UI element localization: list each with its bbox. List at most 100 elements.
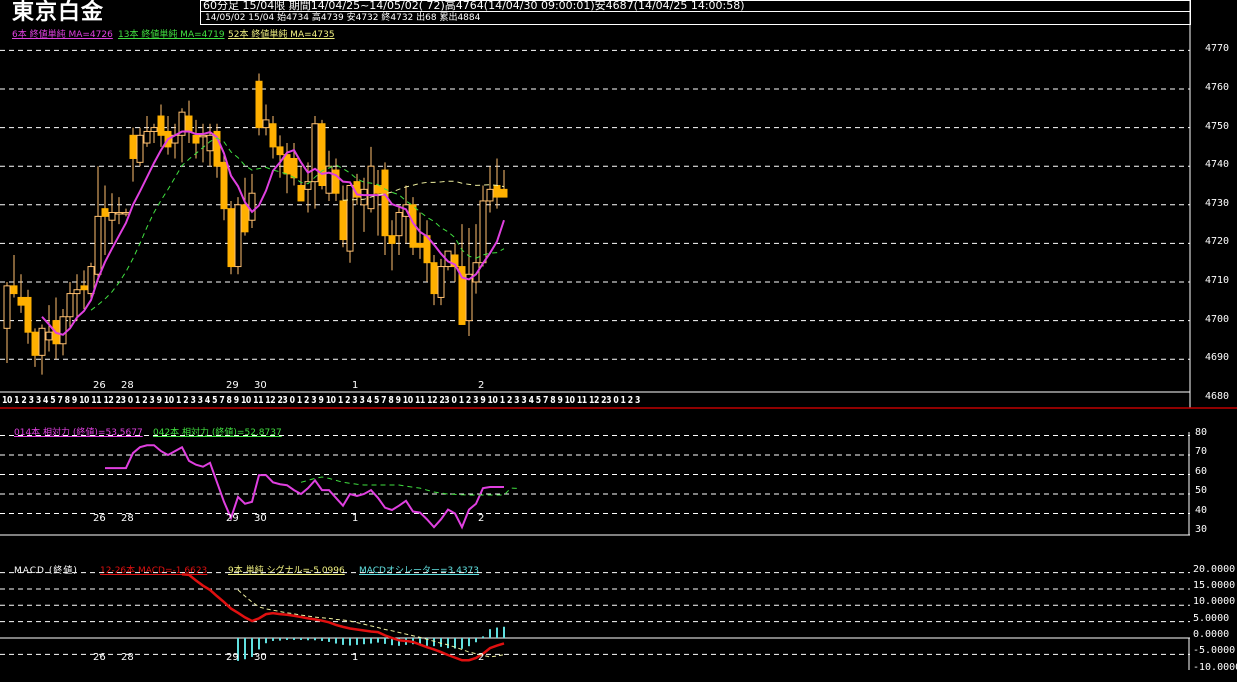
macd-tick-label: 0.0000	[1193, 629, 1230, 640]
macd-tick-label: 10.0000	[1193, 596, 1236, 608]
rsi-tick-label: 70	[1195, 446, 1208, 457]
candle-up	[437, 266, 445, 298]
candle-down	[157, 115, 165, 136]
day-label: 28	[121, 380, 134, 391]
macd-tick-label: 15.0000	[1193, 579, 1236, 591]
candle-down	[318, 123, 326, 186]
day-label: 30	[254, 513, 267, 524]
candle-up	[234, 204, 242, 268]
rsi-tick-label: 80	[1195, 426, 1208, 438]
price-tick-label: 4720	[1205, 236, 1230, 248]
candle-down	[24, 296, 32, 333]
chart-canvas	[0, 0, 1237, 670]
price-tick-label: 4710	[1205, 275, 1230, 286]
candle-down	[31, 331, 39, 356]
candle-down	[339, 200, 347, 241]
price-tick-label: 4690	[1205, 352, 1230, 364]
candle-up	[115, 212, 123, 215]
candle-up	[38, 327, 46, 356]
day-label: 29	[226, 652, 239, 663]
candle-up	[346, 185, 354, 252]
candle-up	[136, 134, 144, 163]
rsi-tick-label: 50	[1195, 485, 1208, 496]
day-label: 29	[226, 380, 239, 391]
price-tick-label: 4740	[1205, 159, 1230, 171]
candle-down	[283, 154, 291, 175]
candle-up	[262, 119, 270, 129]
day-label: 29	[226, 513, 239, 524]
day-label: 2	[478, 380, 485, 391]
price-tick-label: 4760	[1205, 82, 1230, 93]
price-tick-label: 4750	[1205, 120, 1230, 132]
day-label: 28	[121, 513, 134, 524]
candle-up	[248, 192, 256, 221]
candle-up	[304, 181, 312, 190]
candle-up	[143, 130, 151, 144]
candle-up	[73, 289, 81, 295]
day-label: 26	[93, 652, 106, 663]
candle-down	[220, 161, 228, 210]
candle-down	[416, 242, 424, 248]
candle-down	[388, 235, 396, 244]
candle-up	[45, 331, 53, 341]
candle-up	[486, 188, 494, 202]
candle-down	[185, 115, 193, 132]
candle-down	[241, 204, 249, 233]
candle-up	[122, 212, 130, 215]
candle-up	[150, 127, 158, 132]
candle-down	[269, 123, 277, 148]
rsi-tick-label: 40	[1195, 504, 1208, 516]
candle-up	[206, 134, 214, 152]
signal-line	[237, 589, 505, 658]
day-label: 2	[478, 513, 485, 524]
day-label: 26	[93, 513, 106, 524]
candle-down	[10, 285, 18, 295]
candle-down	[374, 185, 382, 194]
candle-up	[395, 212, 403, 237]
candle-down	[129, 134, 137, 159]
candle-up	[59, 316, 67, 345]
price-tick-label: 4700	[1205, 313, 1230, 325]
day-label: 28	[121, 652, 134, 663]
candle-down	[297, 185, 305, 202]
candle-down	[255, 80, 263, 129]
price-tick-label: 4680	[1205, 390, 1230, 402]
ma6-line	[41, 130, 505, 336]
price-tick-label: 4730	[1205, 197, 1230, 209]
candle-down	[276, 146, 284, 156]
candle-down	[381, 169, 389, 237]
rsi42-line	[300, 476, 519, 496]
candle-up	[87, 266, 95, 295]
rsi-tick-label: 30	[1195, 524, 1208, 535]
macd-tick-label: 20.0000	[1193, 563, 1236, 575]
candle-down	[17, 296, 25, 306]
day-label: 1	[352, 513, 359, 524]
candle-up	[199, 134, 207, 138]
day-label: 30	[254, 652, 267, 663]
candle-down	[500, 188, 508, 198]
candle-down	[192, 134, 200, 144]
candle-down	[430, 262, 438, 295]
macd-tick-label: -5.0000	[1193, 645, 1236, 657]
candle-down	[80, 285, 88, 291]
candle-up	[94, 215, 102, 275]
candle-down	[101, 208, 109, 217]
candle-up	[479, 200, 487, 264]
day-label: 2	[478, 652, 485, 663]
day-label: 26	[93, 380, 106, 391]
day-label: 1	[352, 652, 359, 663]
candle-up	[3, 285, 11, 329]
candle-down	[290, 157, 298, 179]
candle-up	[311, 123, 319, 183]
candle-up	[360, 188, 368, 206]
candle-up	[465, 273, 473, 322]
price-tick-label: 4770	[1205, 43, 1230, 55]
candle-up	[367, 165, 375, 210]
candle-down	[227, 208, 235, 268]
rsi14-line	[105, 444, 505, 530]
macd-tick-label: -10.0000	[1193, 661, 1237, 673]
candle-down	[493, 185, 501, 198]
macd-tick-label: 5.0000	[1193, 612, 1230, 624]
day-label: 30	[254, 380, 267, 391]
rsi-tick-label: 60	[1195, 465, 1208, 477]
